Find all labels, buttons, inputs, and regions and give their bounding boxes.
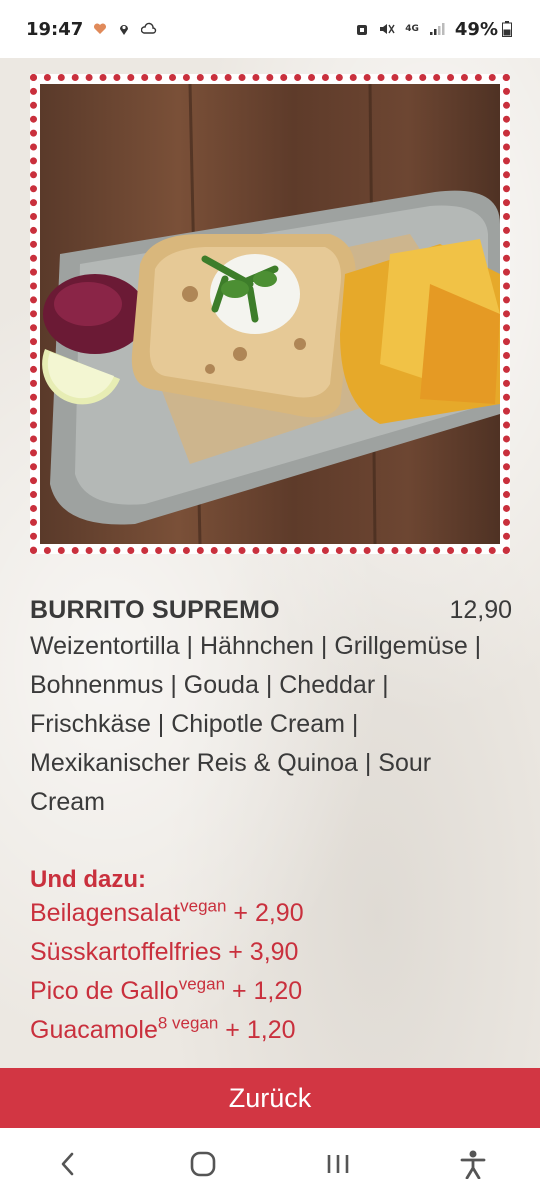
status-time: 19:47 [26, 18, 84, 40]
nav-back-button[interactable] [38, 1134, 98, 1194]
alarm-icon [357, 25, 368, 35]
burrito-illustration [42, 84, 500, 544]
addon-item: Pico de Gallovegan + 1,20 [30, 974, 303, 1005]
network-label: 4G [405, 23, 419, 34]
dish-photo-frame [30, 74, 510, 554]
signal-icon [429, 23, 445, 35]
dish-header: BURRITO SUPREMO 12,90 [30, 596, 512, 625]
addon-item: Guacamole8 vegan + 1,20 [30, 1013, 296, 1044]
addons-title: Und dazu: [30, 866, 146, 893]
cloud-icon [141, 22, 157, 34]
mute-icon [380, 24, 395, 34]
system-nav-bar [0, 1128, 540, 1200]
addon-item: Süsskartoffelfries + 3,90 [30, 938, 299, 966]
addon-item: Beilagensalatvegan + 2,90 [30, 896, 304, 927]
nav-accessibility-button[interactable] [443, 1134, 503, 1194]
location-icon [120, 25, 129, 35]
dish-price: 12,90 [449, 596, 512, 624]
dish-details: BURRITO SUPREMO 12,90 Weizentortilla | H… [30, 596, 512, 1050]
battery-percent: 49% [454, 18, 498, 40]
home-nav-icon [190, 1151, 215, 1177]
nav-recents-button[interactable] [308, 1134, 368, 1194]
recents-nav-icon [327, 1155, 348, 1173]
status-bar: 19:47 4G 49% [0, 0, 540, 58]
accessibility-icon [460, 1150, 485, 1179]
burrito-photo [40, 84, 500, 544]
dish-description: Weizentortilla | Hähnchen | Grillgemüse … [30, 632, 482, 816]
dish-name: BURRITO SUPREMO [30, 596, 280, 624]
battery-icon [502, 21, 512, 37]
heart-icon [94, 23, 107, 34]
back-nav-icon [61, 1152, 73, 1176]
nav-home-button[interactable] [173, 1134, 233, 1194]
back-button[interactable]: Zurück [0, 1068, 540, 1128]
